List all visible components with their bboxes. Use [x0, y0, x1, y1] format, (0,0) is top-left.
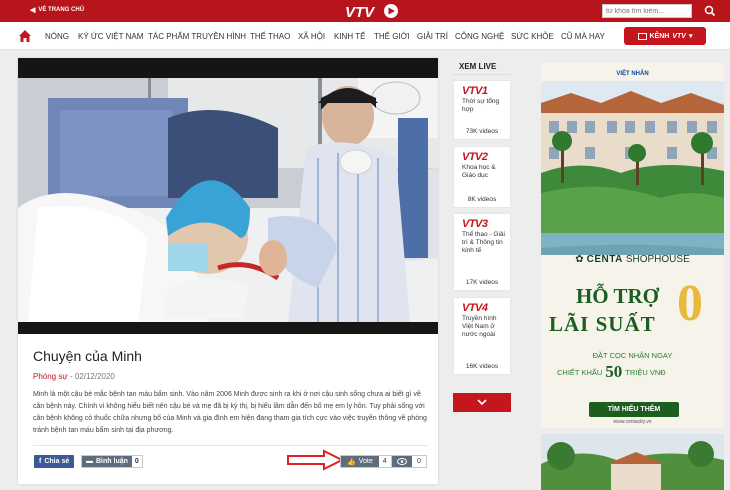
nav-item-xa-hoi[interactable]: XÃ HỘI — [298, 32, 325, 41]
main-nav: NÓNG KÝ ỨC VIỆT NAM TÁC PHẨM TRUYỀN HÌNH… — [0, 22, 730, 50]
nav-item-kinh-te[interactable]: KINH TẾ — [334, 32, 365, 41]
channel-logo: VTV3 — [462, 218, 488, 230]
live-channel-vtv2[interactable]: VTV2 Khoa học & Giáo dục 8K videos — [453, 146, 511, 208]
video-thumbnail — [18, 58, 438, 334]
live-channel-vtv3[interactable]: VTV3 Thể thao - Giải trí & Thông tin kin… — [453, 213, 511, 291]
nav-item-tac-pham[interactable]: TÁC PHẨM TRUYỀN HÌNH — [148, 32, 246, 41]
channel-name: Truyền hình Việt Nam ở nước ngoài — [462, 315, 497, 338]
search-input[interactable] — [602, 4, 692, 18]
search-icon — [704, 5, 716, 17]
ad-project-logo: ✿ CENTA SHOPHOUSE — [541, 254, 724, 265]
nav-item-the-thao[interactable]: THỂ THAO — [250, 32, 290, 41]
live-channel-vtv4[interactable]: VTV4 Truyền hình Việt Nam ở nước ngoài 1… — [453, 297, 511, 375]
svg-text:VTV: VTV — [345, 4, 376, 21]
views-counter: 0 — [391, 455, 427, 468]
ad-line-1: ĐẶT CỌC NHẬN NGAY — [592, 351, 673, 360]
nav-item-giai-tri[interactable]: GIẢI TRÍ — [417, 32, 448, 41]
ad-logo-name: CENTA — [586, 254, 623, 265]
top-bar: ◀ VỀ TRANG CHỦ VTV — [0, 0, 730, 22]
article-meta: Phóng sự - 02/12/2020 — [33, 372, 115, 381]
live-channel-vtv1[interactable]: VTV1 Thời sự tổng hợp 73K videos — [453, 80, 511, 140]
house-icon — [19, 30, 31, 42]
advertisement-banner-2[interactable] — [541, 434, 724, 490]
video-player[interactable] — [18, 58, 438, 334]
live-section-title: XEM LIVE — [459, 62, 497, 71]
share-label: Chia sẻ — [44, 458, 70, 465]
channel-name: Thể thao - Giải trí & Thông tin kinh tế — [462, 231, 505, 254]
channel-video-count: 73K videos — [465, 128, 499, 135]
article-date: - 02/12/2020 — [69, 372, 115, 381]
red-arrow-annotation-icon — [287, 449, 345, 471]
ad-url: www.centacity.vn — [613, 419, 652, 425]
nav-item-suc-khoe[interactable]: SỨC KHỎE — [511, 32, 554, 41]
channel-video-count: 8K videos — [467, 196, 497, 203]
facebook-share-button[interactable]: f Chia sẻ — [34, 455, 75, 468]
home-link-label: VỀ TRANG CHỦ — [38, 7, 85, 13]
channel-video-count: 17K videos — [465, 279, 499, 286]
search-button[interactable] — [704, 4, 716, 18]
home-arrow-icon: ◀ — [30, 7, 36, 14]
ad-cta-button[interactable]: TÌM HIỂU THÊM — [589, 402, 679, 417]
article-title: Chuyện của Minh — [33, 348, 142, 364]
channel-video-count: 16K videos — [465, 363, 499, 370]
vtv-logo-icon: VTV — [345, 4, 398, 21]
channel-name: Thời sự tổng hợp — [462, 98, 500, 113]
ad-line-2: CHIẾT KHẤU 50 TRIỆU VNĐ — [557, 362, 666, 382]
divider — [453, 74, 511, 75]
divider — [33, 445, 428, 446]
advertisement-banner[interactable]: VIỆT NHÂN ✿ CENTA SHOPHOUSE HỖ TRỢ LÃI S… — [541, 63, 724, 428]
tv-icon — [637, 32, 647, 40]
article-description: Minh là một cậu bé mắc bệnh tan máu bẩm … — [33, 391, 427, 434]
comment-label: Bình luận — [96, 458, 128, 465]
ad2-background-image — [541, 434, 724, 490]
article-card: Chuyện của Minh Phóng sự - 02/12/2020 Mi… — [18, 58, 438, 484]
ad-line-2-big: 50 — [605, 362, 623, 381]
view-count: 0 — [417, 458, 421, 465]
nav-home-button[interactable] — [18, 29, 32, 43]
facebook-icon: f — [39, 458, 42, 465]
channel-logo: VTV1 — [462, 85, 488, 97]
ad-line-2-prefix: CHIẾT KHẤU — [557, 367, 603, 377]
thumbs-up-icon: 👍 — [347, 458, 356, 466]
ad-headline-2: LÃI SUẤT — [549, 312, 656, 336]
vote-label: Vote — [358, 458, 373, 465]
article-category-link[interactable]: Phóng sự — [33, 372, 68, 381]
channel-button-label: KÊNH — [649, 32, 670, 40]
ad-headline-zero: 0 — [677, 275, 703, 332]
nav-item-the-gioi[interactable]: THẾ GIỚI — [374, 32, 410, 41]
ad-logo-suffix: SHOPHOUSE — [625, 254, 690, 265]
nav-item-ky-uc[interactable]: KÝ ỨC VIỆT NAM — [78, 32, 143, 41]
channel-name: Khoa học & Giáo dục — [462, 164, 496, 179]
comment-button[interactable]: ▬ Bình luận 0 — [81, 455, 143, 468]
load-more-channels-button[interactable] — [453, 393, 511, 412]
channel-button-logo: VTV — [672, 32, 686, 40]
comment-icon: ▬ — [86, 458, 93, 465]
chevron-down-icon: ▾ — [688, 33, 693, 40]
nav-item-cong-nghe[interactable]: CÔNG NGHỆ — [455, 32, 504, 41]
ad-line-2-suffix: TRIỆU VNĐ — [625, 367, 666, 377]
channel-logo: VTV2 — [462, 151, 488, 163]
nav-item-nong[interactable]: NÓNG — [45, 32, 69, 41]
nav-item-cu-ma-hay[interactable]: CŨ MÀ HAY — [561, 32, 605, 41]
vote-button[interactable]: 👍 Vote 4 — [340, 455, 392, 468]
chevron-down-icon — [477, 399, 487, 406]
comment-count: 0 — [134, 458, 139, 465]
channel-dropdown-button[interactable]: KÊNH VTV ▾ — [624, 27, 706, 45]
home-link[interactable]: ◀ VỀ TRANG CHỦ — [30, 6, 84, 14]
ad-brand-logo: VIỆT NHÂN — [616, 71, 649, 77]
channel-logo: VTV4 — [462, 302, 488, 314]
eye-icon — [397, 458, 407, 465]
vote-count: 4 — [382, 458, 387, 465]
vtv-logo[interactable]: VTV — [344, 1, 400, 21]
lotus-icon: ✿ — [575, 254, 584, 265]
